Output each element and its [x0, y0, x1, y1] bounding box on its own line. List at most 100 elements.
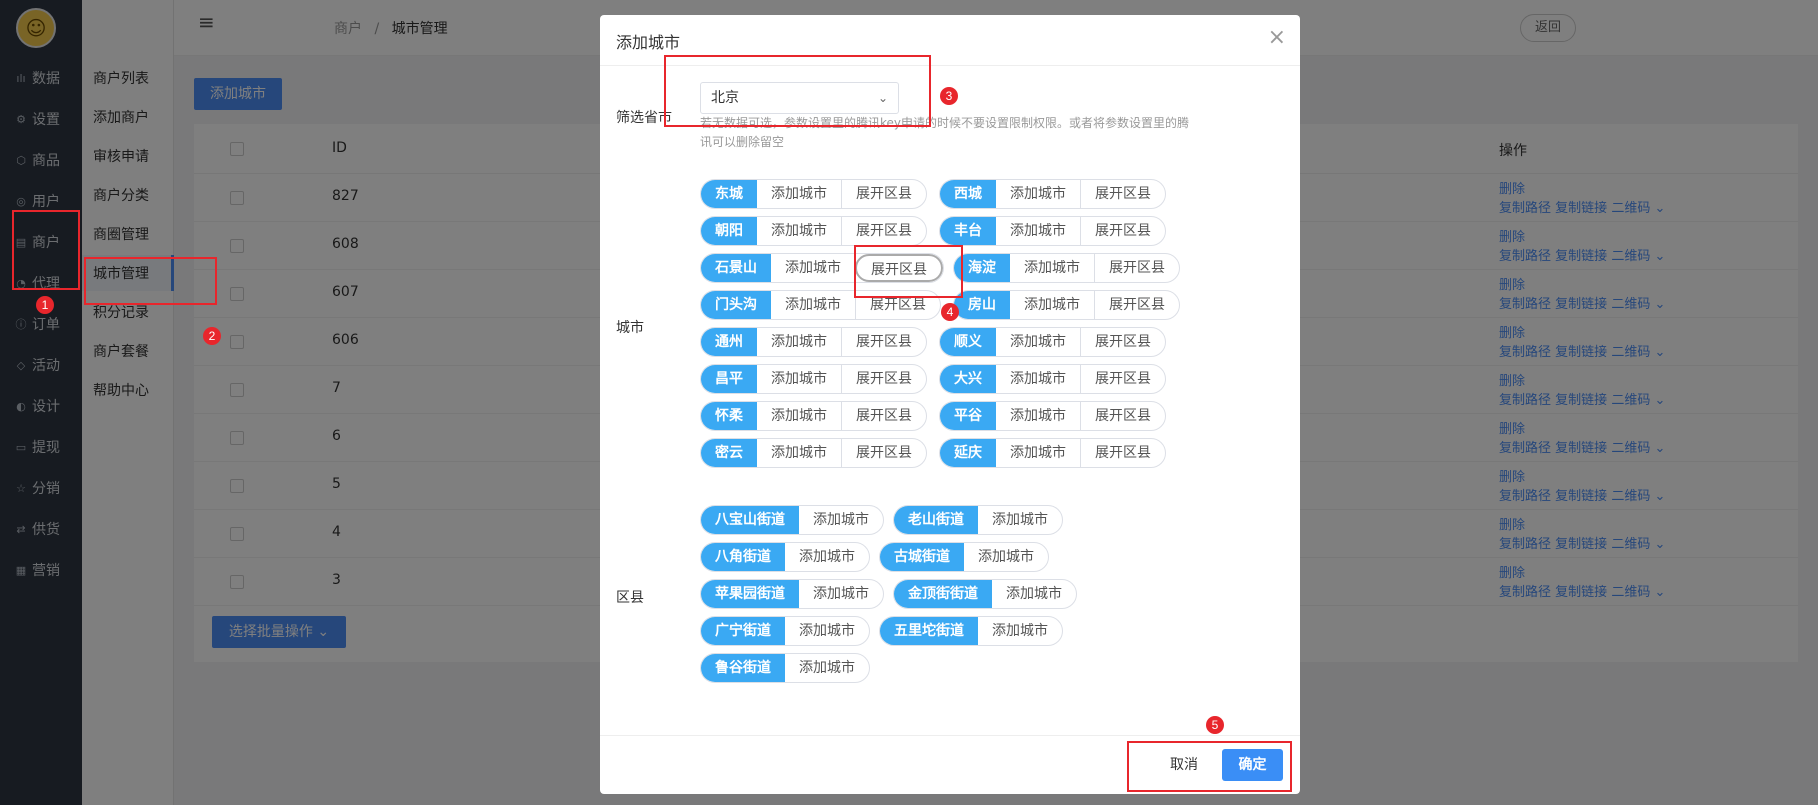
- district-name[interactable]: 五里坨街道: [880, 617, 978, 645]
- district-name[interactable]: 鲁谷街道: [701, 654, 785, 682]
- annotation-badge-3: 3: [940, 87, 958, 105]
- city-tag: 朝阳 添加城市 展开区县: [700, 216, 927, 246]
- city-name[interactable]: 石景山: [701, 254, 771, 282]
- add-district-action[interactable]: 添加城市: [964, 543, 1048, 571]
- annotation-badge-5: 5: [1206, 716, 1224, 734]
- city-name[interactable]: 顺义: [940, 328, 996, 356]
- district-name[interactable]: 老山街道: [894, 506, 978, 534]
- district-tag: 广宁街道 添加城市: [700, 616, 870, 646]
- district-tag: 八宝山街道 添加城市: [700, 505, 884, 535]
- district-name[interactable]: 金顶街街道: [894, 580, 992, 608]
- city-name[interactable]: 怀柔: [701, 402, 757, 430]
- annotation-box-province: [664, 55, 931, 127]
- city-name[interactable]: 朝阳: [701, 217, 757, 245]
- add-district-action[interactable]: 添加城市: [992, 580, 1076, 608]
- district-tag: 八角街道 添加城市: [700, 542, 870, 572]
- expand-district-action[interactable]: 展开区县: [1080, 180, 1165, 208]
- annotation-badge-4: 4: [941, 303, 959, 321]
- city-name[interactable]: 平谷: [940, 402, 996, 430]
- city-tag: 顺义 添加城市 展开区县: [939, 327, 1166, 357]
- annotation-badge-1: 1: [36, 296, 54, 314]
- city-tag: 昌平 添加城市 展开区县: [700, 364, 927, 394]
- city-name[interactable]: 密云: [701, 439, 757, 467]
- add-city-action[interactable]: 添加城市: [996, 365, 1080, 393]
- add-district-action[interactable]: 添加城市: [978, 506, 1062, 534]
- add-city-action[interactable]: 添加城市: [771, 291, 855, 319]
- district-tag: 鲁谷街道 添加城市: [700, 653, 870, 683]
- expand-district-action[interactable]: 展开区县: [1094, 254, 1179, 282]
- expand-district-action[interactable]: 展开区县: [841, 217, 926, 245]
- district-tag: 古城街道 添加城市: [879, 542, 1049, 572]
- add-city-action[interactable]: 添加城市: [757, 328, 841, 356]
- city-name[interactable]: 通州: [701, 328, 757, 356]
- city-tag: 通州 添加城市 展开区县: [700, 327, 927, 357]
- city-tag: 平谷 添加城市 展开区县: [939, 401, 1166, 431]
- add-city-action[interactable]: 添加城市: [996, 217, 1080, 245]
- add-city-action[interactable]: 添加城市: [757, 217, 841, 245]
- expand-district-action[interactable]: 展开区县: [841, 402, 926, 430]
- add-city-action[interactable]: 添加城市: [1010, 254, 1094, 282]
- expand-district-action[interactable]: 展开区县: [1080, 365, 1165, 393]
- district-tag: 五里坨街道 添加城市: [879, 616, 1063, 646]
- city-name[interactable]: 丰台: [940, 217, 996, 245]
- district-name[interactable]: 八角街道: [701, 543, 785, 571]
- city-name[interactable]: 东城: [701, 180, 757, 208]
- expand-district-action[interactable]: 展开区县: [1080, 328, 1165, 356]
- add-district-action[interactable]: 添加城市: [799, 580, 883, 608]
- city-tag: 丰台 添加城市 展开区县: [939, 216, 1166, 246]
- city-name[interactable]: 大兴: [940, 365, 996, 393]
- city-tag: 延庆 添加城市 展开区县: [939, 438, 1166, 468]
- expand-district-action[interactable]: 展开区县: [841, 328, 926, 356]
- add-city-action[interactable]: 添加城市: [757, 439, 841, 467]
- add-city-action[interactable]: 添加城市: [1010, 291, 1094, 319]
- annotation-box-merchant: [12, 210, 80, 290]
- expand-district-action[interactable]: 展开区县: [1080, 402, 1165, 430]
- expand-district-action[interactable]: 展开区县: [1094, 291, 1179, 319]
- add-city-action[interactable]: 添加城市: [996, 328, 1080, 356]
- expand-district-action[interactable]: 展开区县: [1080, 439, 1165, 467]
- city-tag: 东城 添加城市 展开区县: [700, 179, 927, 209]
- modal-title: 添加城市: [616, 33, 681, 52]
- annotation-box-city-management: [84, 257, 217, 305]
- city-tag: 怀柔 添加城市 展开区县: [700, 401, 927, 431]
- city-tag: 西城 添加城市 展开区县: [939, 179, 1166, 209]
- city-label: 城市: [616, 320, 644, 336]
- expand-district-action[interactable]: 展开区县: [841, 439, 926, 467]
- add-district-action[interactable]: 添加城市: [799, 506, 883, 534]
- add-district-action[interactable]: 添加城市: [785, 654, 869, 682]
- annotation-box-expand: [854, 245, 963, 298]
- city-name[interactable]: 昌平: [701, 365, 757, 393]
- city-tag: 海淀 添加城市 展开区县: [953, 253, 1180, 283]
- annotation-badge-2: 2: [203, 327, 221, 345]
- add-city-modal: 添加城市 × 筛选省市 北京 ⌄ 若无数据可选，参数设置里的腾讯key申请的时候…: [600, 15, 1300, 794]
- add-city-action[interactable]: 添加城市: [771, 254, 855, 282]
- district-name[interactable]: 广宁街道: [701, 617, 785, 645]
- city-name[interactable]: 门头沟: [701, 291, 771, 319]
- add-district-action[interactable]: 添加城市: [785, 617, 869, 645]
- expand-district-action[interactable]: 展开区县: [1080, 217, 1165, 245]
- add-city-action[interactable]: 添加城市: [996, 402, 1080, 430]
- district-tag: 金顶街街道 添加城市: [893, 579, 1077, 609]
- city-name[interactable]: 西城: [940, 180, 996, 208]
- close-icon[interactable]: ×: [1268, 25, 1286, 50]
- annotation-box-confirm: [1127, 741, 1292, 792]
- city-name[interactable]: 延庆: [940, 439, 996, 467]
- city-tag: 密云 添加城市 展开区县: [700, 438, 927, 468]
- district-label: 区县: [616, 590, 644, 606]
- district-name[interactable]: 八宝山街道: [701, 506, 799, 534]
- add-city-action[interactable]: 添加城市: [996, 439, 1080, 467]
- add-district-action[interactable]: 添加城市: [978, 617, 1062, 645]
- city-tag: 大兴 添加城市 展开区县: [939, 364, 1166, 394]
- district-name[interactable]: 古城街道: [880, 543, 964, 571]
- district-tag: 老山街道 添加城市: [893, 505, 1063, 535]
- expand-district-action[interactable]: 展开区县: [841, 365, 926, 393]
- add-district-action[interactable]: 添加城市: [785, 543, 869, 571]
- expand-district-action[interactable]: 展开区县: [841, 180, 926, 208]
- add-city-action[interactable]: 添加城市: [757, 402, 841, 430]
- add-city-action[interactable]: 添加城市: [757, 365, 841, 393]
- district-tag: 苹果园街道 添加城市: [700, 579, 884, 609]
- add-city-action[interactable]: 添加城市: [757, 180, 841, 208]
- city-tag: 房山 添加城市 展开区县: [953, 290, 1180, 320]
- add-city-action[interactable]: 添加城市: [996, 180, 1080, 208]
- district-name[interactable]: 苹果园街道: [701, 580, 799, 608]
